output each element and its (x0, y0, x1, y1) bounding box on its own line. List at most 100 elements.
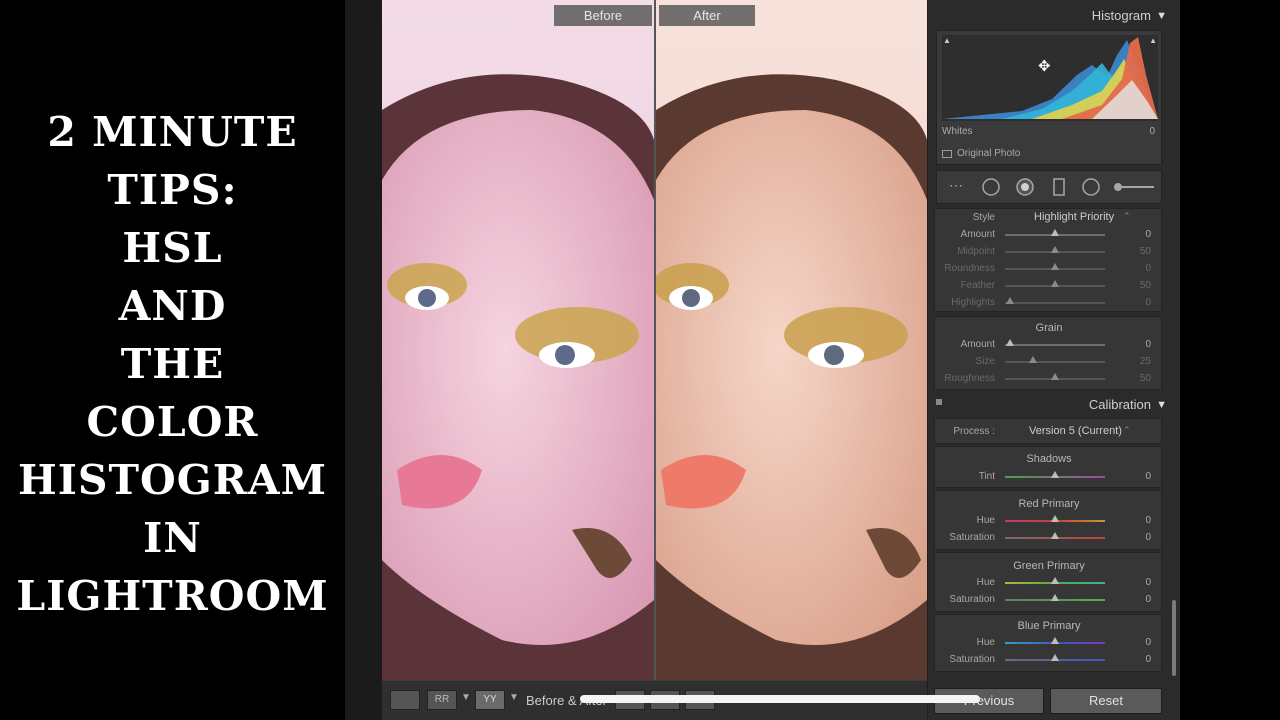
tool-strip: ⋯ (936, 170, 1162, 204)
style-label: Style (972, 212, 995, 223)
move-cursor-icon: ✥ (1038, 58, 1051, 75)
red-hue-thumb[interactable] (1051, 515, 1059, 522)
red-hue-value[interactable]: 0 (1131, 515, 1151, 526)
blue-hue-thumb[interactable] (1051, 637, 1059, 644)
chevron-down-icon[interactable]: ▼ (461, 692, 471, 703)
flag-compare-button[interactable]: RR (427, 690, 457, 710)
tint-label: Tint (978, 471, 995, 482)
grain-amount-value[interactable]: 0 (1131, 339, 1151, 350)
vignette-highlights-label: Highlights (951, 297, 995, 308)
red-eye-icon[interactable] (1015, 177, 1035, 202)
histogram-header[interactable]: Histogram ▼ (928, 4, 1181, 28)
grain-size-slider[interactable] (1005, 361, 1105, 363)
vignette-amount-value[interactable]: 0 (1131, 229, 1151, 240)
before-after-mode-button[interactable]: YY (475, 690, 505, 710)
histogram-graph[interactable]: ▲ ▲ ✥ (942, 35, 1158, 121)
vignette-feather-thumb[interactable] (1051, 280, 1059, 287)
vignette-roundness-label: Roundness (944, 263, 995, 274)
title-line: IN (143, 514, 202, 562)
green-primary-title: Green Primary (1013, 560, 1085, 572)
grain-size-label: Size (975, 356, 995, 367)
green-hue-thumb[interactable] (1051, 577, 1059, 584)
spot-removal-icon[interactable] (981, 177, 1001, 202)
video-scrub-bar[interactable] (580, 695, 980, 703)
blue-primary-section: Blue Primary Hue 0 Saturation 0 (934, 614, 1162, 672)
blue-primary-title: Blue Primary (1017, 620, 1081, 632)
vignette-midpoint-thumb[interactable] (1051, 246, 1059, 253)
tint-value[interactable]: 0 (1131, 471, 1151, 482)
title-line: AND (118, 282, 227, 330)
histogram-readout-label: Whites (942, 126, 973, 137)
crop-icon[interactable]: ⋯ (949, 177, 963, 194)
title-line: LIGHTROOM (16, 572, 329, 620)
vignette-feather-label: Feather (960, 280, 995, 291)
green-hue-value[interactable]: 0 (1131, 577, 1151, 588)
process-select[interactable]: Version 5 (Current) (1029, 425, 1122, 437)
red-saturation-value[interactable]: 0 (1131, 532, 1151, 543)
collapse-triangle-icon[interactable]: ▼ (1156, 393, 1167, 417)
grain-roughness-thumb[interactable] (1051, 373, 1059, 380)
grain-amount-label: Amount (960, 339, 995, 350)
title-line: HSL (122, 224, 223, 272)
title-line: 2 MINUTE (47, 108, 298, 156)
original-photo-checkbox[interactable] (942, 150, 952, 158)
grain-roughness-value[interactable]: 50 (1131, 373, 1151, 384)
radial-filter-icon[interactable] (1081, 177, 1101, 202)
green-primary-section: Green Primary Hue 0 Saturation 0 (934, 552, 1162, 612)
blue-hue-value[interactable]: 0 (1131, 637, 1151, 648)
blue-saturation-thumb[interactable] (1051, 654, 1059, 661)
shadows-title: Shadows (1026, 453, 1072, 465)
green-hue-label: Hue (976, 577, 995, 588)
red-saturation-thumb[interactable] (1051, 532, 1059, 539)
graduated-filter-icon[interactable] (1049, 177, 1069, 202)
histogram-title: Histogram (1091, 8, 1151, 23)
adjustment-brush-icon[interactable] (1113, 180, 1157, 199)
grain-title: Grain (1035, 322, 1063, 334)
before-photo (382, 0, 654, 680)
highlight-clipping-icon[interactable]: ▲ (1149, 36, 1157, 45)
green-saturation-value[interactable]: 0 (1131, 594, 1151, 605)
chevron-down-icon[interactable]: ▼ (509, 692, 519, 703)
vignette-midpoint-value[interactable]: 50 (1131, 246, 1151, 257)
title-line: THE (120, 340, 225, 388)
before-label: Before (554, 5, 652, 26)
vignette-roundness-thumb[interactable] (1051, 263, 1059, 270)
original-photo-label: Original Photo (957, 148, 1021, 159)
after-photo (656, 0, 927, 680)
vignette-amount-label: Amount (960, 229, 995, 240)
process-label: Process : (953, 426, 995, 437)
collapse-triangle-icon[interactable]: ▼ (1156, 4, 1167, 28)
grain-size-thumb[interactable] (1029, 356, 1037, 363)
blue-hue-label: Hue (976, 637, 995, 648)
green-saturation-thumb[interactable] (1051, 594, 1059, 601)
loupe-view-button[interactable] (390, 690, 420, 710)
tint-thumb[interactable] (1051, 471, 1059, 478)
photo-canvas[interactable]: Before After (382, 0, 927, 720)
panel-switch-icon[interactable] (936, 399, 942, 405)
grain-roughness-label: Roughness (944, 373, 995, 384)
histogram[interactable]: ▲ ▲ ✥ Whites 0 Original Photo (936, 30, 1162, 165)
vignette-highlights-thumb[interactable] (1006, 297, 1014, 304)
vignette-amount-thumb[interactable] (1051, 229, 1059, 236)
grain-amount-thumb[interactable] (1006, 339, 1014, 346)
green-saturation-label: Saturation (949, 594, 995, 605)
grain-amount-slider[interactable] (1005, 344, 1105, 346)
vignette-highlights-slider[interactable] (1005, 302, 1105, 304)
grain-section: Grain Amount 0 Size 25 Roughness 50 (934, 316, 1162, 390)
post-crop-vignette-section: Style Highlight Priority ⌃ Amount 0 Midpoi… (934, 208, 1162, 312)
updown-icon[interactable]: ⌃ (1123, 211, 1131, 222)
red-saturation-label: Saturation (949, 532, 995, 543)
updown-icon[interactable]: ⌃ (1123, 425, 1131, 436)
shadow-clipping-icon[interactable]: ▲ (943, 36, 951, 45)
red-primary-section: Red Primary Hue 0 Saturation 0 (934, 490, 1162, 550)
grain-size-value[interactable]: 25 (1131, 356, 1151, 367)
blue-saturation-value[interactable]: 0 (1131, 654, 1151, 665)
calibration-header[interactable]: Calibration ▼ (928, 393, 1181, 417)
vignette-highlights-value[interactable]: 0 (1131, 297, 1151, 308)
vignette-feather-value[interactable]: 50 (1131, 280, 1151, 291)
style-select[interactable]: Highlight Priority (1034, 211, 1114, 223)
video-title: 2 MINUTE TIPS: HSL AND THE COLOR HISTOGR… (0, 0, 345, 720)
vignette-roundness-value[interactable]: 0 (1131, 263, 1151, 274)
panel-scrollbar[interactable] (1172, 600, 1176, 676)
reset-button[interactable]: Reset (1050, 688, 1162, 714)
